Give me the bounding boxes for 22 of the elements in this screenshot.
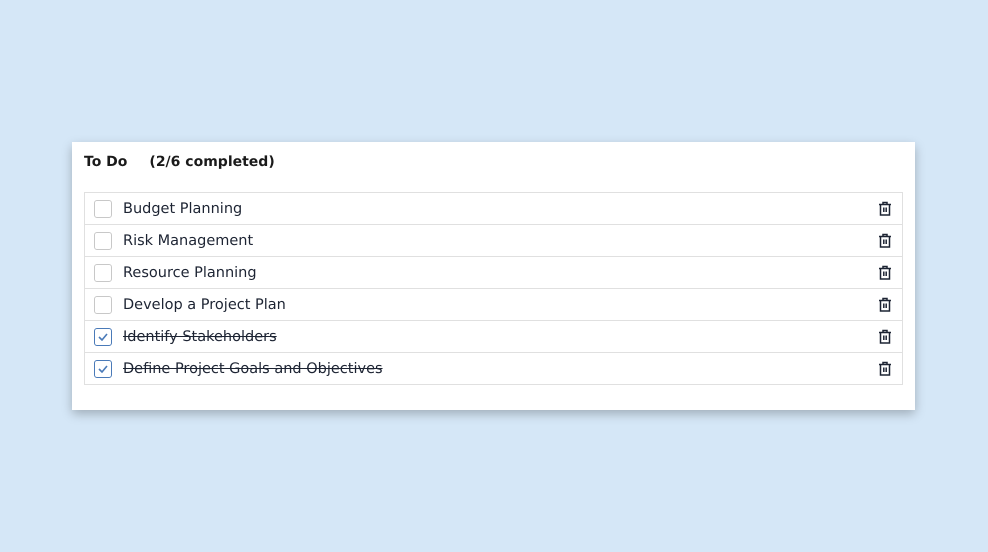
checkbox[interactable] xyxy=(94,232,112,250)
checkmark-icon xyxy=(98,332,108,340)
checkbox[interactable] xyxy=(94,328,112,346)
trash-icon[interactable] xyxy=(878,265,892,280)
checkbox[interactable] xyxy=(94,200,112,218)
completed-count: (2/6 completed) xyxy=(149,154,275,170)
task-label: Budget Planning xyxy=(123,200,244,216)
checkbox[interactable] xyxy=(94,296,112,314)
trash-icon[interactable] xyxy=(878,233,892,248)
task-label: Resource Planning xyxy=(123,264,258,280)
trash-icon[interactable] xyxy=(878,329,892,344)
trash-icon[interactable] xyxy=(878,201,892,216)
task-label: Risk Management xyxy=(123,232,254,248)
list-title: To Do xyxy=(84,154,128,170)
checkbox[interactable] xyxy=(94,264,112,282)
checkmark-icon xyxy=(98,364,108,372)
trash-icon[interactable] xyxy=(878,297,892,312)
task-label: Identify Stakeholders xyxy=(123,328,278,344)
task-label: Develop a Project Plan xyxy=(123,296,287,312)
task-label: Define Project Goals and Objectives xyxy=(123,360,384,376)
trash-icon[interactable] xyxy=(878,361,892,376)
checkbox[interactable] xyxy=(94,360,112,378)
